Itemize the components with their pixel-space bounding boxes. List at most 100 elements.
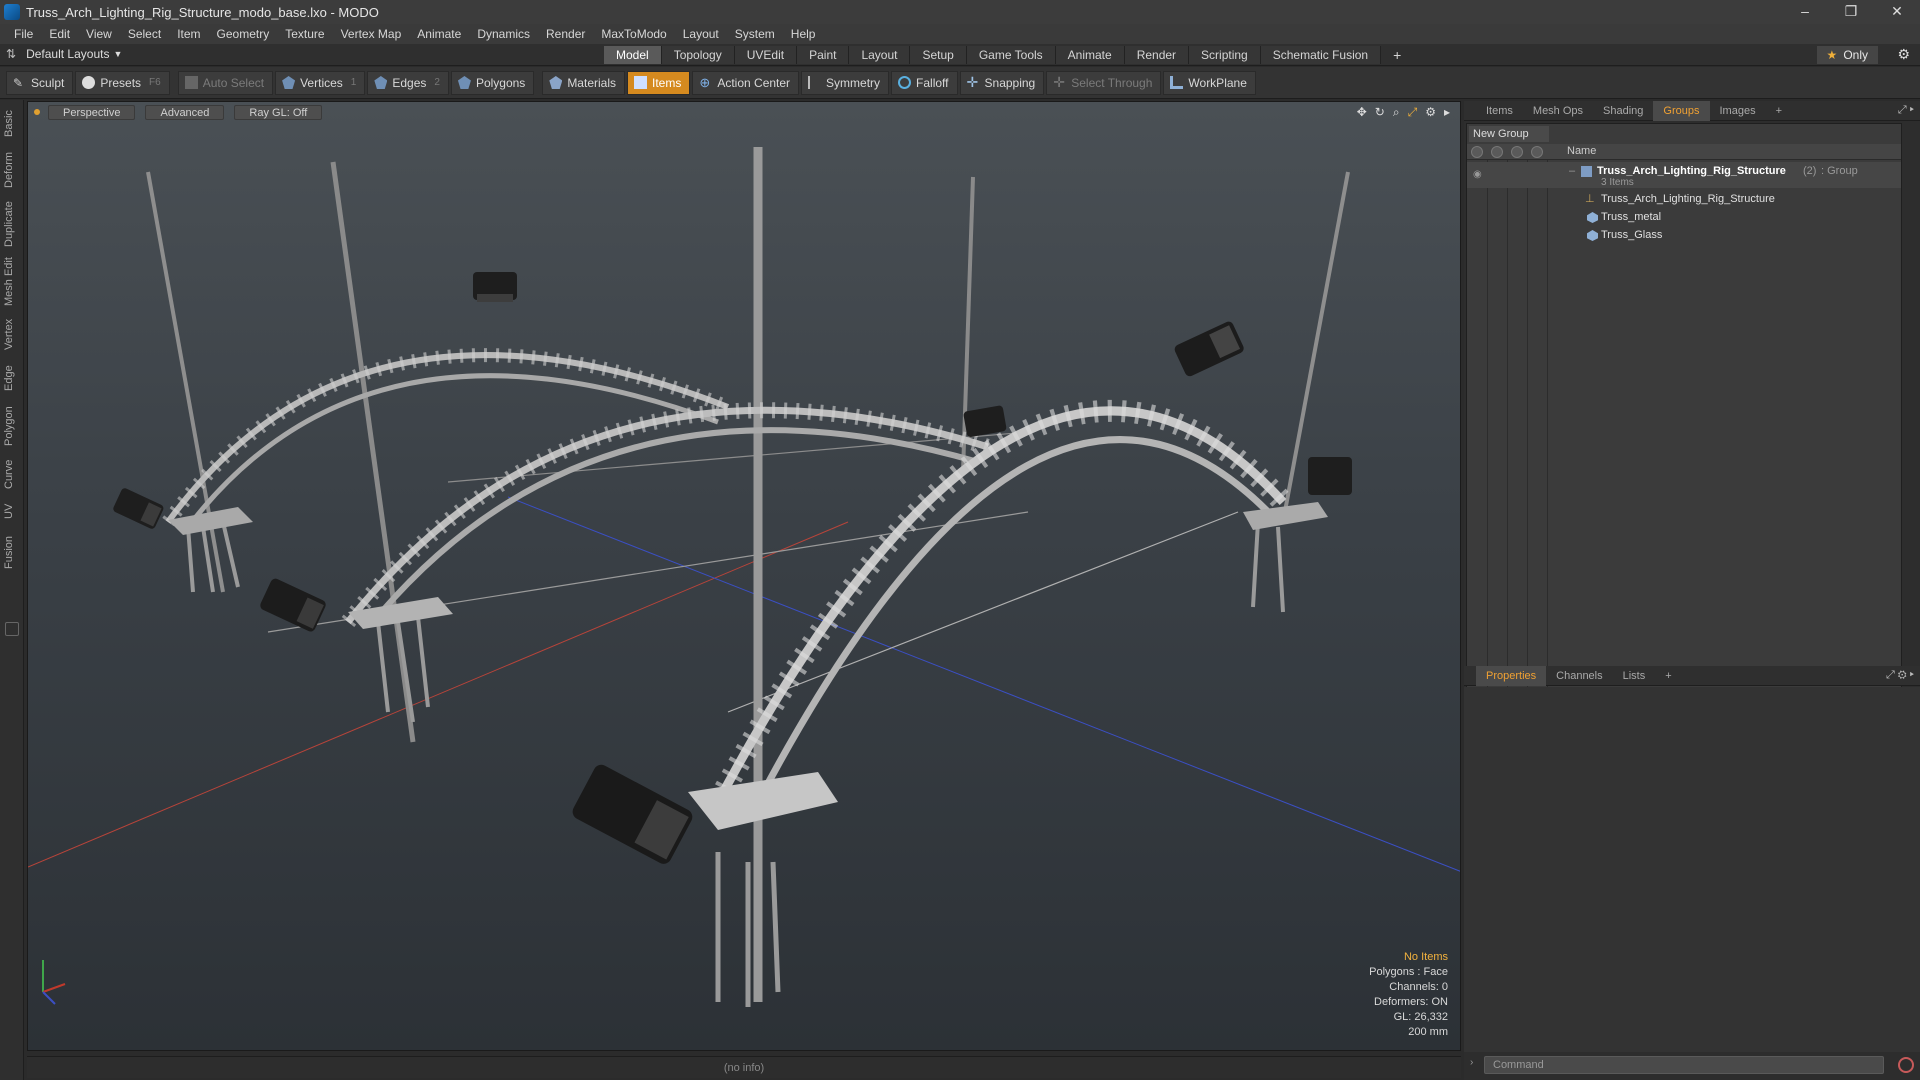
window-title: Truss_Arch_Lighting_Rig_Structure_modo_b… <box>26 4 379 20</box>
menu-texture[interactable]: Texture <box>277 27 332 41</box>
falloff-label: Falloff <box>916 75 949 90</box>
falloff-button[interactable]: Falloff <box>891 70 958 95</box>
left-tab-vertex[interactable]: Vertex <box>3 314 21 354</box>
fit-view-icon[interactable]: ⤢ <box>1408 105 1418 120</box>
raygl-toggle[interactable]: Ray GL: Off <box>234 104 323 120</box>
render-column-icon[interactable] <box>1491 146 1503 158</box>
group-row[interactable]: ◉ – Truss_Arch_Lighting_Rig_Structure (2… <box>1467 162 1901 188</box>
palette-toggle-icon[interactable] <box>5 622 19 636</box>
materials-icon <box>549 76 563 89</box>
tab-animate[interactable]: Animate <box>1055 46 1125 64</box>
polygons-button[interactable]: Polygons <box>450 70 535 95</box>
tab-images[interactable]: Images <box>1710 101 1766 121</box>
vertices-button[interactable]: Vertices 1 <box>275 70 366 95</box>
tab-render[interactable]: Render <box>1124 46 1190 64</box>
left-tab-edge[interactable]: Edge <box>3 360 21 396</box>
tab-layout[interactable]: Layout <box>849 46 911 64</box>
shading-advanced-button[interactable]: Advanced <box>145 104 225 120</box>
tab-model[interactable]: Model <box>604 46 662 64</box>
tab-paint[interactable]: Paint <box>797 46 850 64</box>
menu-view[interactable]: View <box>78 27 120 41</box>
group-child-row[interactable]: ⊥ Truss_Arch_Lighting_Rig_Structure <box>1467 190 1901 208</box>
3d-viewport[interactable]: Perspective Advanced Ray GL: Off ✥ ↻ ⌕ ⤢… <box>27 101 1461 1051</box>
add-tab-button[interactable]: + <box>1381 46 1413 64</box>
workplane-button[interactable]: WorkPlane <box>1163 70 1256 95</box>
maximize-button[interactable]: ❐ <box>1828 0 1874 24</box>
left-tab-duplicate[interactable]: Duplicate <box>3 198 21 250</box>
snapping-button[interactable]: ✛ Snapping <box>959 70 1045 95</box>
sculpt-button[interactable]: ✎ Sculpt <box>6 70 74 95</box>
menu-file[interactable]: File <box>6 27 41 41</box>
left-tab-deform[interactable]: Deform <box>3 148 21 192</box>
spotlight-5 <box>1174 321 1244 377</box>
tab-uvedit[interactable]: UVEdit <box>734 46 798 64</box>
move-view-icon[interactable]: ✥ <box>1357 105 1367 120</box>
viewport-settings-icon[interactable]: ⚙ <box>1425 105 1436 120</box>
presets-button[interactable]: Presets F6 <box>75 70 170 95</box>
tab-mesh-ops[interactable]: Mesh Ops <box>1523 101 1593 121</box>
command-expand-icon[interactable]: › <box>1470 1057 1473 1068</box>
eye-icon[interactable]: ◉ <box>1473 166 1482 184</box>
command-input[interactable]: Command <box>1484 1056 1884 1074</box>
menu-layout[interactable]: Layout <box>675 27 727 41</box>
tab-shading[interactable]: Shading <box>1593 101 1653 121</box>
edges-button[interactable]: Edges 2 <box>367 70 449 95</box>
menu-select[interactable]: Select <box>120 27 169 41</box>
left-tab-uv[interactable]: UV <box>3 498 21 524</box>
select-through-button[interactable]: ✛ Select Through <box>1046 70 1162 95</box>
left-tab-polygon[interactable]: Polygon <box>3 402 21 450</box>
menu-animate[interactable]: Animate <box>409 27 469 41</box>
tab-setup[interactable]: Setup <box>910 46 967 64</box>
new-group-button[interactable]: New Group <box>1469 126 1549 142</box>
add-properties-tab-button[interactable]: + <box>1655 666 1681 686</box>
tab-items[interactable]: Items <box>1476 101 1523 121</box>
add-panel-tab-button[interactable]: + <box>1766 101 1792 121</box>
layout-dropdown[interactable]: ⇅ Default Layouts ▼ <box>6 47 122 61</box>
viewport-expand-icon[interactable]: ▸ <box>1444 105 1450 120</box>
tab-topology[interactable]: Topology <box>661 46 735 64</box>
items-button[interactable]: Items <box>627 70 691 95</box>
collapse-toggle-icon[interactable]: – <box>1569 162 1575 180</box>
left-tab-fusion[interactable]: Fusion <box>3 530 21 574</box>
left-tab-basic[interactable]: Basic <box>3 106 21 142</box>
visibility-column-icon[interactable] <box>1471 146 1483 158</box>
menu-system[interactable]: System <box>727 27 783 41</box>
tab-channels[interactable]: Channels <box>1546 666 1612 686</box>
tab-game-tools[interactable]: Game Tools <box>966 46 1056 64</box>
zoom-view-icon[interactable]: ⌕ <box>1393 105 1400 120</box>
auto-select-button[interactable]: Auto Select <box>177 70 274 95</box>
rotate-view-icon[interactable]: ↻ <box>1375 105 1385 120</box>
select-column-icon[interactable] <box>1531 146 1543 158</box>
menu-geometry[interactable]: Geometry <box>209 27 278 41</box>
tab-groups[interactable]: Groups <box>1653 100 1710 121</box>
tab-properties[interactable]: Properties <box>1476 665 1547 686</box>
command-history-icon[interactable] <box>1898 1057 1914 1073</box>
action-center-button[interactable]: ⊕ Action Center <box>692 70 800 95</box>
symmetry-button[interactable]: Symmetry <box>801 70 890 95</box>
materials-button[interactable]: Materials <box>542 70 625 95</box>
viewport-menu-dot-icon[interactable] <box>34 109 40 115</box>
view-perspective-button[interactable]: Perspective <box>48 104 136 120</box>
menu-vertex-map[interactable]: Vertex Map <box>333 27 410 41</box>
gear-icon[interactable]: ⚙ <box>1897 46 1910 63</box>
menu-dynamics[interactable]: Dynamics <box>469 27 538 41</box>
group-child-row[interactable]: Truss_Glass <box>1467 226 1901 244</box>
menu-help[interactable]: Help <box>783 27 824 41</box>
tab-schematic-fusion[interactable]: Schematic Fusion <box>1260 46 1382 64</box>
menu-render[interactable]: Render <box>538 27 593 41</box>
panel-expand-icon[interactable]: ⤢ ▸ <box>1898 104 1914 117</box>
only-toggle[interactable]: ★ Only <box>1816 46 1878 64</box>
minimize-button[interactable]: – <box>1782 0 1828 24</box>
lock-column-icon[interactable] <box>1511 146 1523 158</box>
properties-expand-icon[interactable]: ⤢ ⚙ ▸ <box>1886 669 1914 682</box>
group-child-row[interactable]: Truss_metal <box>1467 208 1901 226</box>
menu-item[interactable]: Item <box>169 27 208 41</box>
tab-scripting[interactable]: Scripting <box>1189 46 1261 64</box>
left-tab-mesh-edit[interactable]: Mesh Edit <box>3 256 21 308</box>
tab-lists[interactable]: Lists <box>1613 666 1656 686</box>
menu-edit[interactable]: Edit <box>41 27 78 41</box>
close-button[interactable]: ✕ <box>1874 0 1920 24</box>
menu-maxtomodo[interactable]: MaxToModo <box>593 27 674 41</box>
truss-arch-1-inner <box>186 373 719 529</box>
left-tab-curve[interactable]: Curve <box>3 456 21 492</box>
